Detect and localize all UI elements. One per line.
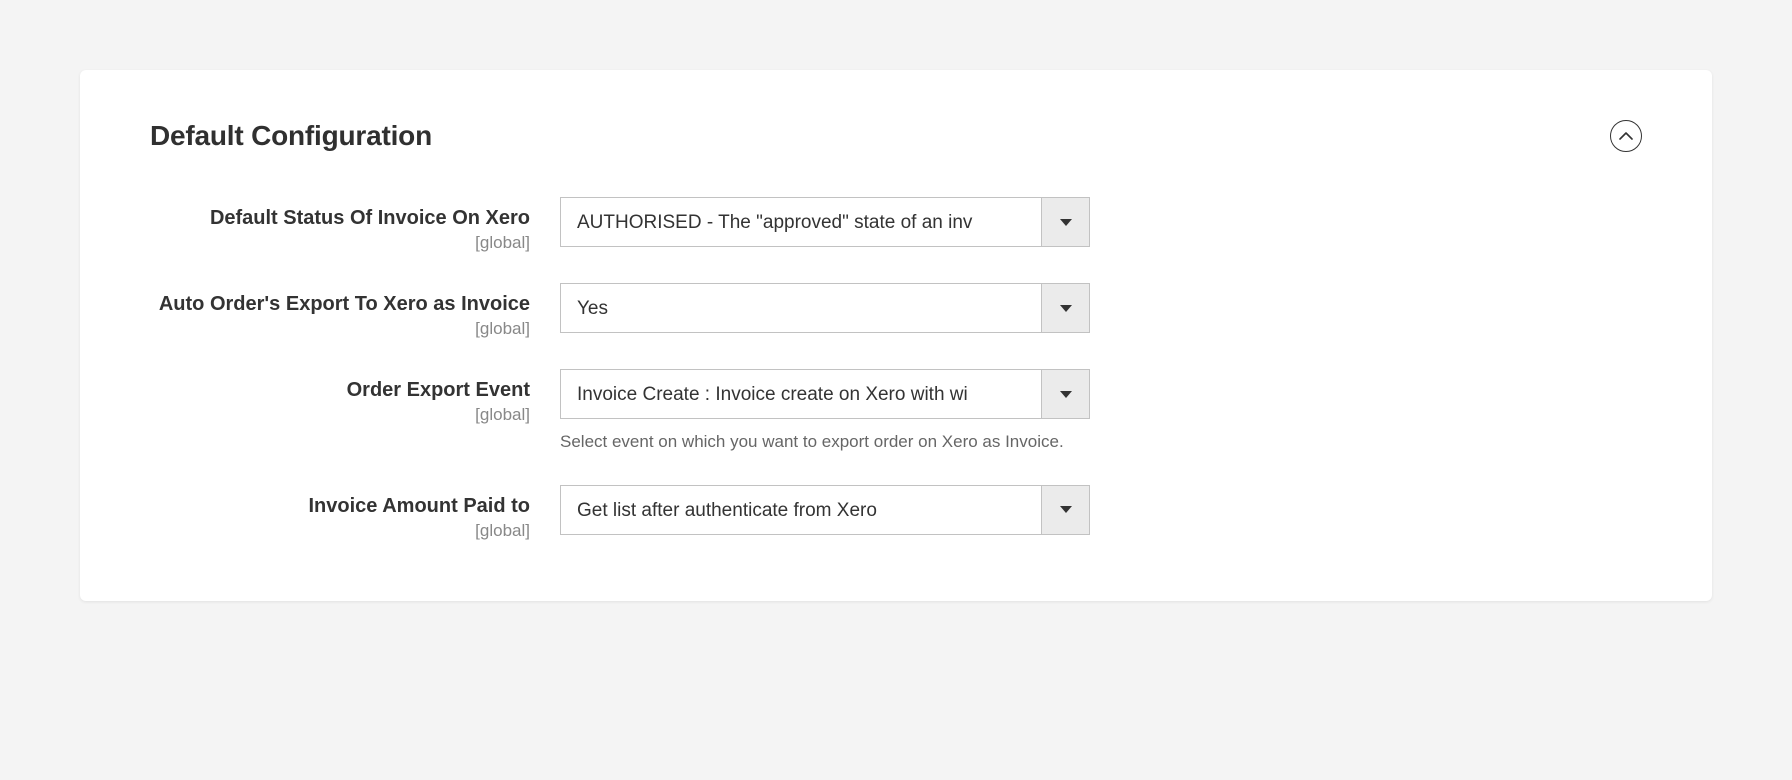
label-col: Invoice Amount Paid to [global]	[150, 485, 560, 541]
field-scope: [global]	[150, 521, 530, 541]
dropdown-button[interactable]	[1041, 284, 1089, 332]
field-label: Order Export Event	[150, 377, 530, 403]
dropdown-button[interactable]	[1041, 198, 1089, 246]
control-col: Yes	[560, 283, 1090, 333]
chevron-up-icon	[1619, 132, 1633, 140]
select-value: Get list after authenticate from Xero	[561, 486, 1041, 534]
field-hint: Select event on which you want to export…	[560, 429, 1090, 455]
select-value: Yes	[561, 284, 1041, 332]
select-value: AUTHORISED - The "approved" state of an …	[561, 198, 1041, 246]
section-title: Default Configuration	[150, 120, 432, 152]
auto-export-select[interactable]: Yes	[560, 283, 1090, 333]
default-status-select[interactable]: AUTHORISED - The "approved" state of an …	[560, 197, 1090, 247]
field-row-amount-paid-to: Invoice Amount Paid to [global] Get list…	[150, 485, 1642, 541]
chevron-down-icon	[1060, 506, 1072, 513]
field-row-default-status: Default Status Of Invoice On Xero [globa…	[150, 197, 1642, 253]
dropdown-button[interactable]	[1041, 486, 1089, 534]
field-scope: [global]	[150, 405, 530, 425]
chevron-down-icon	[1060, 391, 1072, 398]
select-value: Invoice Create : Invoice create on Xero …	[561, 370, 1041, 418]
control-col: Get list after authenticate from Xero	[560, 485, 1090, 535]
control-col: Invoice Create : Invoice create on Xero …	[560, 369, 1090, 455]
export-event-select[interactable]: Invoice Create : Invoice create on Xero …	[560, 369, 1090, 419]
field-row-auto-export: Auto Order's Export To Xero as Invoice […	[150, 283, 1642, 339]
collapse-toggle-button[interactable]	[1610, 120, 1642, 152]
field-label: Auto Order's Export To Xero as Invoice	[150, 291, 530, 317]
field-scope: [global]	[150, 319, 530, 339]
config-panel: Default Configuration Default Status Of …	[80, 70, 1712, 601]
label-col: Default Status Of Invoice On Xero [globa…	[150, 197, 560, 253]
label-col: Auto Order's Export To Xero as Invoice […	[150, 283, 560, 339]
control-col: AUTHORISED - The "approved" state of an …	[560, 197, 1090, 247]
field-scope: [global]	[150, 233, 530, 253]
field-label: Invoice Amount Paid to	[150, 493, 530, 519]
chevron-down-icon	[1060, 219, 1072, 226]
field-row-export-event: Order Export Event [global] Invoice Crea…	[150, 369, 1642, 455]
label-col: Order Export Event [global]	[150, 369, 560, 425]
panel-header: Default Configuration	[150, 120, 1642, 152]
amount-paid-to-select[interactable]: Get list after authenticate from Xero	[560, 485, 1090, 535]
chevron-down-icon	[1060, 305, 1072, 312]
dropdown-button[interactable]	[1041, 370, 1089, 418]
field-label: Default Status Of Invoice On Xero	[150, 205, 530, 231]
